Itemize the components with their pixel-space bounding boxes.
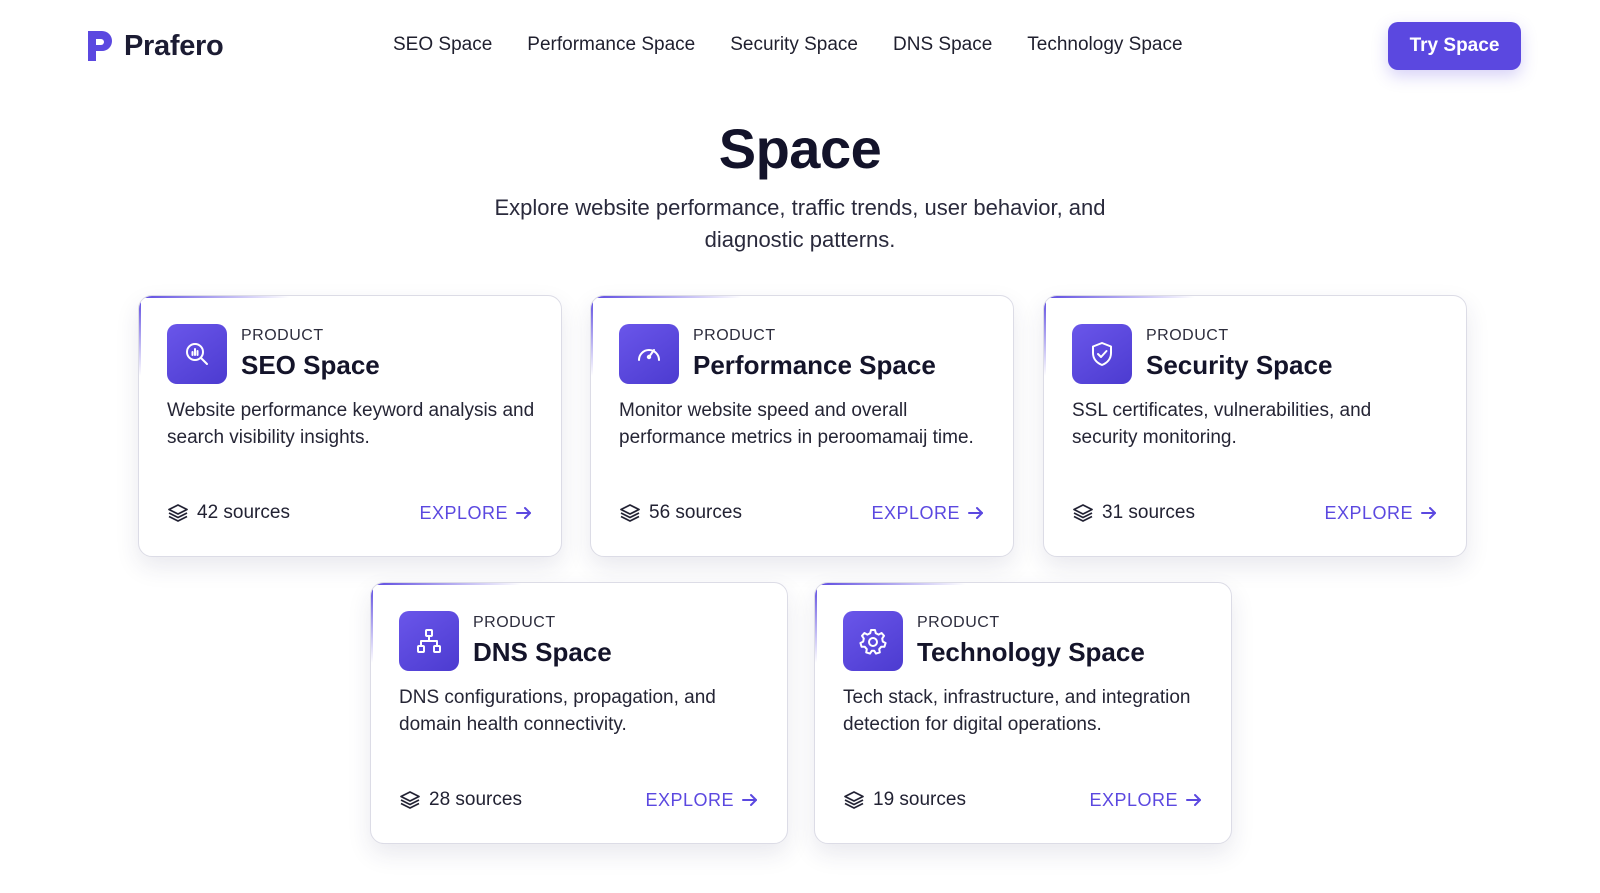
network-tree-icon bbox=[417, 629, 441, 653]
card-icon-badge bbox=[843, 611, 903, 671]
arrow-right-icon bbox=[742, 794, 757, 806]
shield-check-icon bbox=[1092, 342, 1112, 366]
layers-icon bbox=[168, 504, 188, 522]
explore-label: EXPLORE bbox=[1324, 502, 1413, 523]
explore-label: EXPLORE bbox=[419, 502, 508, 523]
page-subtitle: Explore website performance, traffic tre… bbox=[494, 195, 1106, 252]
card-footer: 28 sources EXPLORE bbox=[399, 787, 759, 813]
page-title: Space bbox=[718, 117, 882, 180]
nav-item-technology-space[interactable]: Technology Space bbox=[1027, 34, 1182, 56]
card-title: DNS Space bbox=[473, 637, 612, 667]
product-card-dns[interactable]: PRODUCT DNS Space DNS configurations, pr… bbox=[370, 582, 788, 844]
explore-link[interactable]: EXPLORE bbox=[419, 503, 533, 524]
card-footer: 42 sources EXPLORE bbox=[167, 500, 533, 526]
card-eyebrow: PRODUCT bbox=[241, 327, 324, 344]
sources-count: 19 sources bbox=[843, 789, 966, 811]
layers-icon bbox=[620, 504, 640, 522]
explore-link[interactable]: EXPLORE bbox=[1089, 790, 1203, 811]
card-title: Performance Space bbox=[693, 350, 936, 380]
gear-icon bbox=[859, 629, 887, 655]
brand-name: Prafero bbox=[124, 29, 224, 62]
layers-icon bbox=[844, 791, 864, 809]
try-space-button[interactable]: Try Space bbox=[1388, 22, 1521, 70]
card-eyebrow: PRODUCT bbox=[1146, 327, 1229, 344]
sources-count: 42 sources bbox=[167, 502, 290, 524]
card-description: SSL certificates, vulnerabilities, and s… bbox=[1072, 400, 1372, 448]
layers-icon bbox=[400, 791, 420, 809]
nav-item-performance-space[interactable]: Performance Space bbox=[527, 34, 695, 56]
card-eyebrow: PRODUCT bbox=[693, 327, 776, 344]
card-title: SEO Space bbox=[241, 350, 380, 380]
sources-label: 42 sources bbox=[197, 502, 290, 523]
sources-label: 19 sources bbox=[873, 789, 966, 810]
card-eyebrow: PRODUCT bbox=[473, 614, 556, 631]
nav-item-dns-space[interactable]: DNS Space bbox=[893, 34, 992, 56]
product-card-seo[interactable]: PRODUCT SEO Space Website performance ke… bbox=[138, 295, 562, 557]
logo-mark-icon bbox=[88, 31, 112, 61]
explore-link[interactable]: EXPLORE bbox=[871, 503, 985, 524]
product-card-technology[interactable]: PRODUCT Technology Space Tech stack, inf… bbox=[814, 582, 1232, 844]
sources-label: 28 sources bbox=[429, 789, 522, 810]
nav-item-seo-space[interactable]: SEO Space bbox=[393, 34, 492, 56]
arrow-right-icon bbox=[1421, 507, 1436, 519]
speedometer-icon bbox=[638, 349, 660, 361]
sources-count: 28 sources bbox=[399, 789, 522, 811]
card-description: DNS configurations, propagation, and dom… bbox=[399, 687, 716, 735]
card-description: Monitor website speed and overall perfor… bbox=[619, 400, 974, 448]
main-nav: SEO Space Performance Space Security Spa… bbox=[393, 34, 1183, 56]
card-eyebrow: PRODUCT bbox=[917, 614, 1000, 631]
explore-link[interactable]: EXPLORE bbox=[645, 790, 759, 811]
brand-logo[interactable]: Prafero bbox=[84, 27, 224, 65]
explore-label: EXPLORE bbox=[645, 789, 734, 810]
nav-item-security-space[interactable]: Security Space bbox=[730, 34, 858, 56]
card-description: Tech stack, infrastructure, and integrat… bbox=[843, 687, 1191, 735]
card-footer: 56 sources EXPLORE bbox=[619, 500, 985, 526]
search-chart-icon bbox=[186, 343, 208, 365]
card-icon-badge bbox=[619, 324, 679, 384]
explore-link[interactable]: EXPLORE bbox=[1324, 503, 1438, 524]
explore-label: EXPLORE bbox=[871, 502, 960, 523]
arrow-right-icon bbox=[516, 507, 531, 519]
sources-label: 56 sources bbox=[649, 502, 742, 523]
card-title: Security Space bbox=[1146, 350, 1333, 380]
arrow-right-icon bbox=[1186, 794, 1201, 806]
card-footer: 31 sources EXPLORE bbox=[1072, 500, 1438, 526]
arrow-right-icon bbox=[968, 507, 983, 519]
card-footer: 19 sources EXPLORE bbox=[843, 787, 1203, 813]
card-description: Website performance keyword analysis and… bbox=[167, 400, 535, 448]
product-card-security[interactable]: PRODUCT Security Space SSL certificates,… bbox=[1043, 295, 1467, 557]
layers-icon bbox=[1073, 504, 1093, 522]
sources-count: 31 sources bbox=[1072, 502, 1195, 524]
product-card-performance[interactable]: PRODUCT Performance Space Monitor websit… bbox=[590, 295, 1014, 557]
sources-count: 56 sources bbox=[619, 502, 742, 524]
card-title: Technology Space bbox=[917, 637, 1145, 667]
sources-label: 31 sources bbox=[1102, 502, 1195, 523]
card-icon-badge bbox=[1072, 324, 1132, 384]
explore-label: EXPLORE bbox=[1089, 789, 1178, 810]
card-icon-badge bbox=[399, 611, 459, 671]
card-icon-badge bbox=[167, 324, 227, 384]
site-header: Prafero SEO Space Performance Space Secu… bbox=[0, 0, 1600, 92]
